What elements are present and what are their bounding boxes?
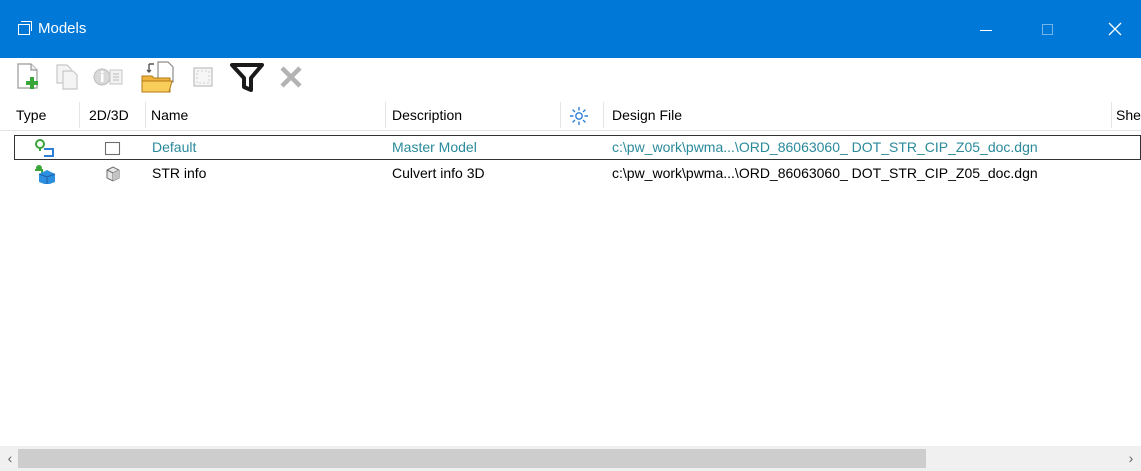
- column-description[interactable]: Description: [392, 99, 462, 131]
- window-title: Models: [38, 20, 87, 37]
- properties-icon: [93, 68, 123, 86]
- scroll-left-arrow-icon[interactable]: ‹: [3, 449, 17, 468]
- create-model-button[interactable]: [12, 61, 46, 93]
- close-icon: [1108, 22, 1122, 36]
- model-design-file: c:\pw_work\pwma...\ORD_86063060_ DOT_STR…: [612, 139, 1038, 155]
- minimize-icon: [980, 29, 992, 31]
- column-2d3d[interactable]: 2D/3D: [89, 99, 129, 131]
- title-bar: Models: [0, 0, 1141, 58]
- window-icon: [18, 21, 32, 35]
- 3d-model-icon: [104, 165, 122, 183]
- column-divider[interactable]: [603, 102, 604, 128]
- column-divider[interactable]: [79, 102, 80, 128]
- model-description: Culvert info 3D: [392, 165, 485, 181]
- column-divider[interactable]: [385, 102, 386, 128]
- model-design-file: c:\pw_work\pwma...\ORD_86063060_ DOT_STR…: [612, 165, 1038, 181]
- select-all-button[interactable]: [188, 61, 218, 93]
- models-list: Default Master Model c:\pw_work\pwma...\…: [0, 131, 1141, 441]
- column-divider[interactable]: [560, 102, 561, 128]
- horizontal-scrollbar[interactable]: ‹ ›: [0, 446, 1141, 471]
- create-model-icon: [17, 63, 38, 89]
- table-row[interactable]: STR info Culvert info 3D c:\pw_work\pwma…: [0, 161, 1141, 187]
- 3d-design-model-icon: [33, 164, 57, 185]
- properties-button[interactable]: [90, 61, 126, 93]
- filter-icon: [230, 63, 264, 92]
- model-name: STR info: [152, 165, 207, 181]
- column-name[interactable]: Name: [151, 99, 188, 131]
- close-button[interactable]: [1092, 0, 1138, 58]
- maximize-icon: [1041, 23, 1053, 35]
- column-divider[interactable]: [1111, 102, 1112, 128]
- model-description: Master Model: [392, 139, 477, 155]
- scroll-right-arrow-icon[interactable]: ›: [1124, 449, 1138, 468]
- column-type[interactable]: Type: [16, 99, 46, 131]
- column-header: Type 2D/3D Name Description Design File …: [0, 99, 1141, 131]
- filter-button[interactable]: [228, 61, 270, 93]
- 2d-model-icon: [104, 140, 122, 156]
- column-active[interactable]: [569, 105, 589, 125]
- sun-icon: [570, 107, 588, 125]
- import-model-icon: [141, 61, 174, 93]
- toolbar: [0, 58, 1141, 96]
- scrollbar-thumb[interactable]: [18, 449, 926, 468]
- table-row[interactable]: Default Master Model c:\pw_work\pwma...\…: [0, 135, 1141, 161]
- column-sheet[interactable]: She: [1116, 99, 1141, 131]
- delete-button[interactable]: [276, 61, 306, 93]
- select-all-icon: [193, 67, 213, 87]
- column-design-file[interactable]: Design File: [612, 99, 682, 131]
- import-model-button[interactable]: [140, 61, 178, 93]
- column-divider[interactable]: [145, 102, 146, 128]
- delete-icon: [280, 66, 302, 88]
- maximize-button[interactable]: [1024, 0, 1070, 58]
- minimize-button[interactable]: [963, 0, 1009, 58]
- copy-model-icon: [56, 64, 78, 90]
- model-name: Default: [152, 139, 197, 155]
- design-model-icon: [33, 139, 57, 157]
- copy-model-button[interactable]: [50, 61, 84, 93]
